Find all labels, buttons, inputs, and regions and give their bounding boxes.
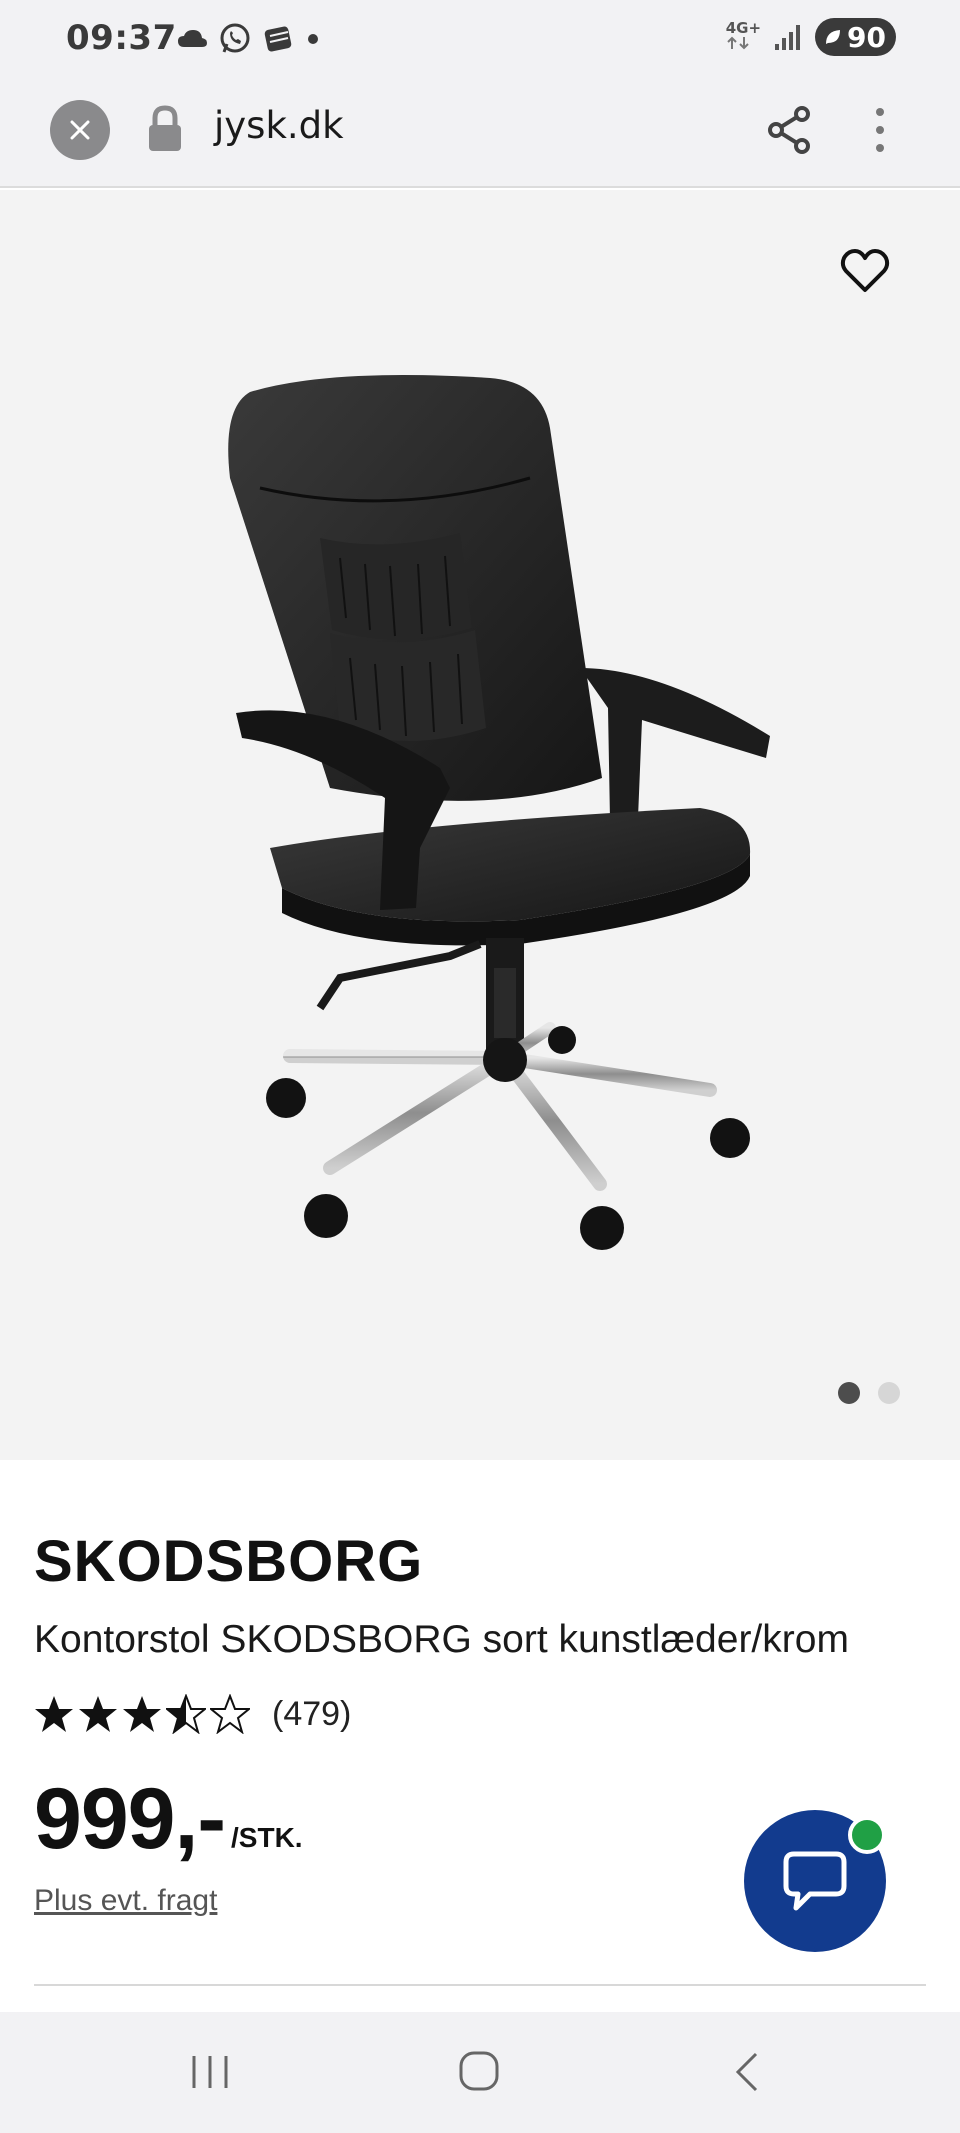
cloud-icon — [178, 30, 207, 47]
data-arrows-icon — [726, 36, 749, 49]
stack-icon — [264, 26, 292, 52]
product-image-office-chair — [228, 375, 770, 1250]
product-brand: SKODSBORG — [34, 1529, 424, 1594]
more-options-icon[interactable] — [866, 104, 894, 156]
rating-stars — [34, 1694, 250, 1734]
share-icon[interactable] — [766, 104, 814, 156]
lock-icon — [149, 105, 181, 151]
product-rating[interactable]: (479) — [34, 1694, 351, 1734]
star-empty-icon — [210, 1694, 250, 1734]
chat-bubble-icon — [783, 1851, 847, 1911]
price-row: 999,- /STK. — [34, 1776, 303, 1862]
status-time: 09:37 — [66, 18, 177, 58]
signal-icon — [775, 25, 801, 50]
product-title: Kontorstol SKODSBORG sort kunstlæder/kro… — [34, 1618, 849, 1661]
whatsapp-icon — [220, 23, 250, 53]
favorite-heart-icon[interactable] — [840, 248, 890, 294]
star-half-icon — [166, 1694, 206, 1734]
close-icon — [70, 120, 90, 140]
url-text[interactable]: jysk.dk — [214, 104, 344, 147]
battery-indicator: 90 — [815, 18, 896, 56]
dot-icon — [308, 34, 318, 44]
product-gallery[interactable] — [0, 190, 960, 1460]
star-full-icon — [79, 1696, 117, 1732]
system-nav-bar — [0, 2012, 960, 2133]
browser-bar: jysk.dk — [0, 80, 960, 188]
close-tab-button[interactable] — [50, 100, 110, 160]
review-count[interactable]: (479) — [272, 1695, 351, 1734]
gallery-dot-2[interactable] — [878, 1382, 900, 1404]
leaf-icon — [826, 30, 841, 44]
star-full-icon — [35, 1696, 73, 1732]
status-icons-right: 4G+ 90 — [726, 18, 896, 56]
price-unit: /STK. — [231, 1822, 303, 1853]
network-indicator: 4G+ — [725, 18, 762, 54]
product-price: 999,- — [34, 1771, 226, 1867]
recent-apps-icon[interactable] — [190, 2052, 230, 2092]
divider — [34, 1984, 926, 1986]
star-full-icon — [123, 1696, 161, 1732]
battery-level: 90 — [847, 20, 886, 54]
home-icon[interactable] — [458, 2050, 500, 2092]
shipping-note-link[interactable]: Plus evt. fragt — [34, 1884, 217, 1918]
status-icons-left — [176, 22, 320, 56]
gallery-dot-1[interactable] — [838, 1382, 860, 1404]
back-icon[interactable] — [732, 2050, 762, 2094]
chat-online-badge — [848, 1816, 886, 1854]
network-label: 4G+ — [725, 18, 762, 37]
status-bar: 09:37 4G+ 90 — [0, 0, 960, 80]
gallery-pagination — [838, 1382, 900, 1404]
